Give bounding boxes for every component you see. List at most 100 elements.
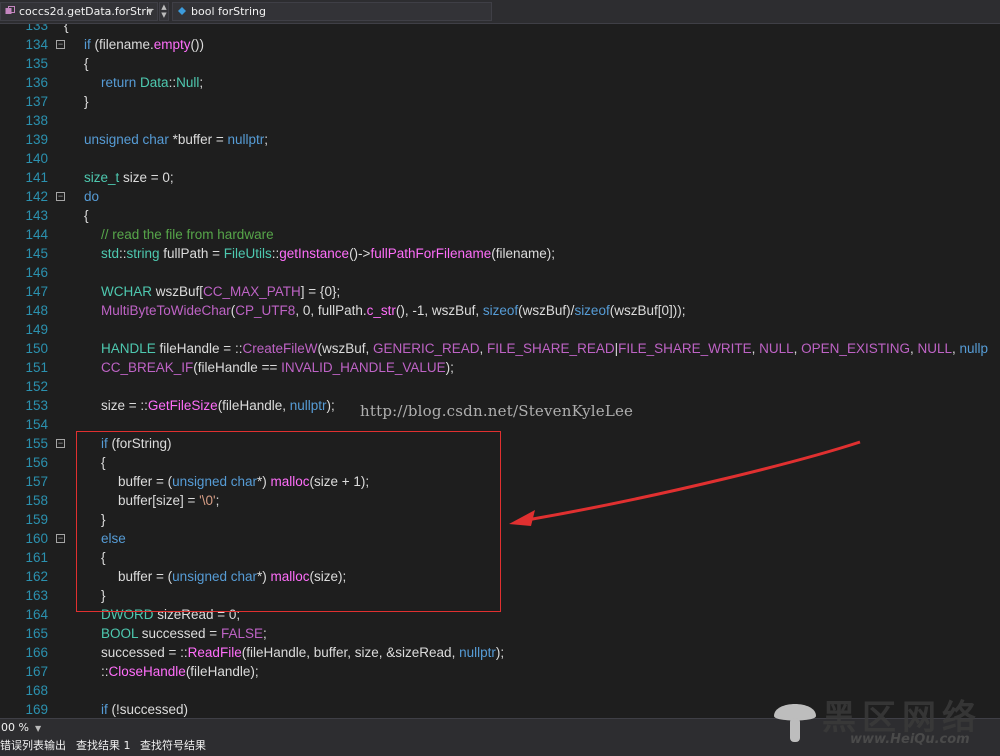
code-text: size_t size = 0;: [84, 168, 174, 187]
collapse-icon[interactable]: −: [56, 439, 65, 448]
line-number: 135: [25, 56, 48, 71]
scope-dropdown[interactable]: coccs2d.getData.forStrir ▼: [0, 2, 158, 21]
line-number: 138: [25, 113, 48, 128]
collapse-icon[interactable]: −: [56, 40, 65, 49]
code-text: std::string fullPath = FileUtils::getIns…: [101, 244, 555, 263]
code-token: );: [326, 398, 335, 413]
code-token: (fileHandle);: [185, 664, 259, 679]
line-number: 144: [25, 227, 48, 242]
code-line[interactable]: 146: [0, 263, 1000, 282]
tab-find-results-1[interactable]: 查找结果 1: [76, 738, 131, 754]
line-number: 148: [25, 303, 48, 318]
collapse-icon[interactable]: −: [56, 192, 65, 201]
code-token: ,: [951, 341, 960, 356]
line-number: 141: [25, 170, 48, 185]
code-line[interactable]: 134− if (filename.empty()): [0, 35, 1000, 54]
line-number: 157: [25, 474, 48, 489]
code-token: nullptr: [289, 398, 327, 413]
code-token: if: [84, 37, 91, 52]
code-line[interactable]: 141 size_t size = 0;: [0, 168, 1000, 187]
code-token: (fileHandle, buffer, size, &sizeRead,: [241, 645, 460, 660]
code-line[interactable]: 148 MultiByteToWideChar(CP_UTF8, 0, fullP…: [0, 301, 1000, 320]
line-number: 134: [25, 37, 48, 52]
code-token: FileUtils: [223, 246, 272, 261]
code-token: CP_UTF8: [235, 303, 296, 318]
line-number: 159: [25, 512, 48, 527]
tab-error-list[interactable]: 错误列表: [0, 738, 44, 754]
code-line[interactable]: 150 HANDLE fileHandle = ::CreateFileW(wsz…: [0, 339, 1000, 358]
line-number: 147: [25, 284, 48, 299]
code-token: NULL: [759, 341, 794, 356]
code-text: ::CloseHandle(fileHandle);: [101, 662, 259, 681]
code-line[interactable]: 140: [0, 149, 1000, 168]
navigation-bar: coccs2d.getData.forStrir ▼ ▲ ▼ bool forSt…: [0, 0, 1000, 24]
line-number: 133: [25, 24, 48, 33]
code-text: if (!successed): [101, 700, 188, 718]
collapse-icon[interactable]: −: [56, 534, 65, 543]
code-token: ()->: [349, 246, 371, 261]
line-number: 153: [25, 398, 48, 413]
member-dropdown[interactable]: bool forString: [172, 2, 492, 21]
split-handle[interactable]: ▲ ▼: [159, 2, 169, 21]
line-number: 168: [25, 683, 48, 698]
code-token: std: [101, 246, 120, 261]
code-line[interactable]: 138: [0, 111, 1000, 130]
code-text: CC_BREAK_IF(fileHandle == INVALID_HANDLE…: [101, 358, 454, 377]
code-line[interactable]: 136 return Data::Null;: [0, 73, 1000, 92]
code-text: }: [84, 92, 89, 111]
tab-output[interactable]: 输出: [44, 738, 66, 754]
code-line[interactable]: 149: [0, 320, 1000, 339]
line-number: 160: [25, 531, 48, 546]
code-line[interactable]: 165 BOOL successed = FALSE;: [0, 624, 1000, 643]
member-dropdown-label: bool forString: [191, 5, 266, 18]
code-line[interactable]: 139 unsigned char *buffer = nullptr;: [0, 130, 1000, 149]
code-token: (wszBuf,: [317, 341, 373, 356]
code-line[interactable]: 167::CloseHandle(fileHandle);: [0, 662, 1000, 681]
code-line[interactable]: 137}: [0, 92, 1000, 111]
code-token: (!successed): [107, 702, 189, 717]
code-editor[interactable]: 133{134− if (filename.empty()) 135{136 retu…: [0, 24, 1000, 718]
code-text: unsigned char *buffer = nullptr;: [84, 130, 268, 149]
mushroom-logo-icon: [774, 704, 816, 742]
code-token: MultiByteToWideChar: [101, 303, 231, 318]
code-line[interactable]: 144 // read the file from hardware: [0, 225, 1000, 244]
code-line[interactable]: 152: [0, 377, 1000, 396]
annotation-box: [76, 431, 501, 612]
code-token: sizeof: [482, 303, 519, 318]
code-token: ::: [119, 246, 127, 261]
code-token: INVALID_HANDLE_VALUE: [281, 360, 446, 375]
code-token: if: [101, 702, 108, 717]
member-field-icon: [178, 7, 186, 15]
code-token: );: [495, 645, 505, 660]
line-number: 145: [25, 246, 48, 261]
watermark-url: http://blog.csdn.net/StevenKyleLee: [360, 402, 634, 420]
code-token: (fileHandle,: [217, 398, 290, 413]
code-line[interactable]: 143 {: [0, 206, 1000, 225]
code-token: GENERIC_READ: [372, 341, 480, 356]
code-line[interactable]: 151 CC_BREAK_IF(fileHandle == INVALID_HAN…: [0, 358, 1000, 377]
code-line[interactable]: 135 {: [0, 54, 1000, 73]
line-number: 137: [25, 94, 48, 109]
line-number: 150: [25, 341, 48, 356]
code-token: CreateFileW: [242, 341, 318, 356]
code-line[interactable]: 133 {: [0, 24, 1000, 35]
code-line[interactable]: 142− do: [0, 187, 1000, 206]
code-text: // read the file from hardware: [101, 225, 274, 244]
code-token: CC_MAX_PATH: [203, 284, 301, 299]
code-line[interactable]: 166 successed = ::ReadFile(fileHandle, bu…: [0, 643, 1000, 662]
zoom-level: 00 %: [1, 721, 29, 734]
code-text: MultiByteToWideChar(CP_UTF8, 0, fullPath…: [101, 301, 685, 320]
zoom-control[interactable]: 00 % ▼: [0, 719, 41, 736]
code-line[interactable]: 145 std::string fullPath = FileUtils::get…: [0, 244, 1000, 263]
line-number: 165: [25, 626, 48, 641]
code-token: {: [84, 208, 89, 223]
code-token: NULL: [917, 341, 952, 356]
line-number: 151: [25, 360, 48, 375]
tab-find-symbol-results[interactable]: 查找符号结果: [140, 738, 206, 754]
line-number: 169: [25, 702, 48, 717]
code-line[interactable]: 147 WCHAR wszBuf[CC_MAX_PATH] = {0};: [0, 282, 1000, 301]
line-number: 140: [25, 151, 48, 166]
code-token: unsigned char: [84, 132, 169, 147]
code-token: OPEN_EXISTING: [801, 341, 910, 356]
scope-dropdown-label: coccs2d.getData.forStrir: [19, 5, 154, 18]
